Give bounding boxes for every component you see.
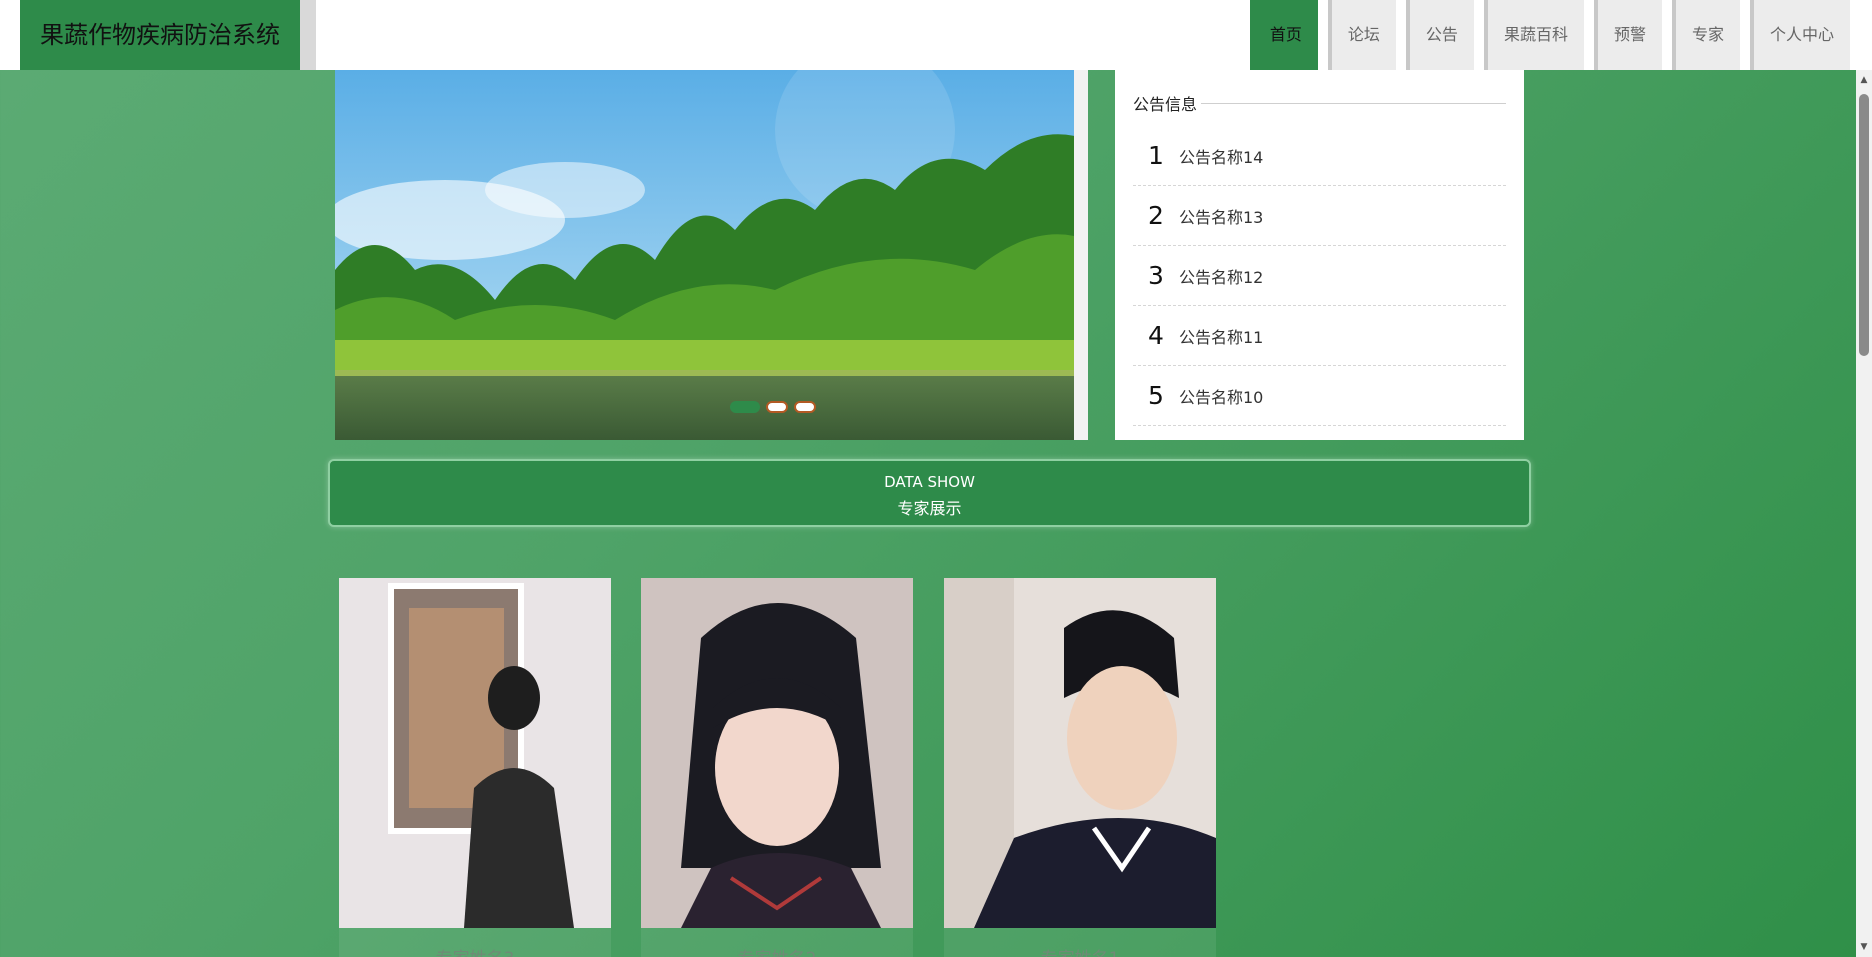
nav-encyclopedia[interactable]: 果蔬百科: [1483, 0, 1584, 70]
main-nav: 首页 论坛 公告 果蔬百科 预警 专家 个人中心: [1240, 0, 1850, 70]
notice-item-title[interactable]: 公告名称14: [1179, 144, 1263, 168]
banner-carousel[interactable]: [335, 70, 1088, 440]
notice-title: 公告信息: [1133, 95, 1198, 114]
carousel-dot-3[interactable]: [794, 401, 816, 413]
expert-card[interactable]: 专家姓名2: [641, 578, 913, 957]
notice-index: 4: [1148, 321, 1164, 350]
nav-home[interactable]: 首页: [1249, 0, 1318, 70]
notice-index: 3: [1148, 261, 1164, 290]
nav-announcements[interactable]: 公告: [1405, 0, 1474, 70]
notice-item[interactable]: 2 公告名称13: [1133, 186, 1506, 246]
section-title-en: DATA SHOW: [884, 473, 975, 491]
notice-item[interactable]: 4 公告名称11: [1133, 306, 1506, 366]
notice-header: 公告信息: [1133, 92, 1506, 114]
scroll-down-icon[interactable]: ▼: [1856, 939, 1872, 955]
expert-section-header[interactable]: DATA SHOW 专家展示: [328, 459, 1531, 527]
notice-item-title[interactable]: 公告名称12: [1179, 264, 1263, 288]
expert-card[interactable]: 专家姓名3: [339, 578, 611, 957]
notice-item-title[interactable]: 公告名称10: [1179, 384, 1263, 408]
scroll-up-icon[interactable]: ▲: [1856, 72, 1872, 88]
brand-divider: [300, 0, 316, 70]
app-title[interactable]: 果蔬作物疾病防治系统: [20, 0, 300, 70]
notice-index: 5: [1148, 381, 1164, 410]
notice-list: 1 公告名称14 2 公告名称13 3 公告名称12 4 公告名称11 5 公告…: [1133, 126, 1506, 426]
expert-photo[interactable]: [339, 578, 611, 928]
expert-name[interactable]: 专家姓名2: [641, 944, 913, 957]
carousel-indicators: [730, 401, 816, 413]
vertical-scrollbar[interactable]: ▲ ▼: [1856, 70, 1872, 957]
notice-item[interactable]: 1 公告名称14: [1133, 126, 1506, 186]
top-navbar: 果蔬作物疾病防治系统 首页 论坛 公告 果蔬百科 预警 专家 个人中心: [0, 0, 1872, 70]
carousel-dot-2[interactable]: [766, 401, 788, 413]
notice-item-title[interactable]: 公告名称11: [1179, 324, 1263, 348]
carousel-dot-1[interactable]: [730, 401, 760, 413]
notice-index: 1: [1148, 141, 1164, 170]
expert-photo[interactable]: [641, 578, 913, 928]
notice-index: 2: [1148, 201, 1164, 230]
nav-warning[interactable]: 预警: [1593, 0, 1662, 70]
nav-experts[interactable]: 专家: [1671, 0, 1740, 70]
notice-item[interactable]: 3 公告名称12: [1133, 246, 1506, 306]
expert-name[interactable]: 专家姓名1: [944, 944, 1216, 957]
banner-image: [335, 70, 1074, 440]
scrollbar-thumb[interactable]: [1859, 94, 1869, 356]
section-title-cn: 专家展示: [897, 499, 962, 518]
nav-user-center[interactable]: 个人中心: [1749, 0, 1850, 70]
notice-panel: 公告信息 1 公告名称14 2 公告名称13 3 公告名称12 4 公告名称11…: [1115, 70, 1524, 440]
expert-photo[interactable]: [944, 578, 1216, 928]
notice-item[interactable]: 5 公告名称10: [1133, 366, 1506, 426]
expert-name[interactable]: 专家姓名3: [339, 944, 611, 957]
notice-item-title[interactable]: 公告名称13: [1179, 204, 1263, 228]
notice-title-divider: [1201, 102, 1506, 104]
expert-card[interactable]: 专家姓名1: [944, 578, 1216, 957]
nav-forum[interactable]: 论坛: [1327, 0, 1396, 70]
